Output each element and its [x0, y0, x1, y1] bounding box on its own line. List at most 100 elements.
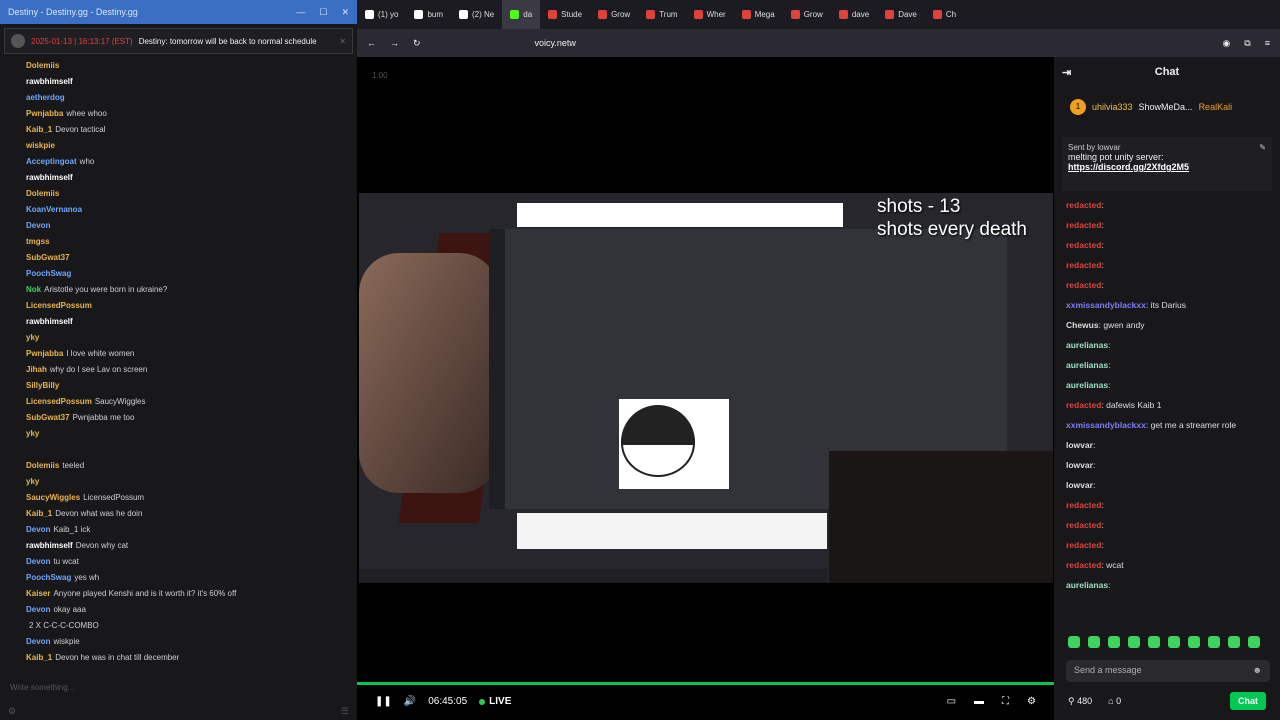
username[interactable]: wiskpie [26, 141, 55, 150]
chat-username[interactable]: redacted [1066, 520, 1101, 530]
browser-tab[interactable]: Stude [540, 0, 590, 29]
username[interactable]: Devon [26, 637, 50, 646]
username[interactable]: SubGwat37 [26, 413, 70, 422]
video-player[interactable]: 1:00 shots - 13 shots every death ❚❚ 🔊 06… [357, 57, 1054, 720]
username[interactable]: Nok [26, 285, 41, 294]
emote[interactable] [1188, 636, 1200, 648]
chat-username[interactable]: aurelianas [1066, 340, 1108, 350]
chat-username[interactable]: redacted [1066, 400, 1101, 410]
chat-username[interactable]: lowvar [1066, 480, 1093, 490]
username[interactable]: Kaiser [26, 589, 50, 598]
minimize-icon[interactable]: — [296, 7, 305, 18]
username[interactable]: yky [26, 429, 39, 438]
username[interactable]: Devon [26, 221, 50, 230]
username[interactable]: tmgss [26, 237, 50, 246]
username[interactable]: Pwnjabba [26, 109, 63, 118]
pause-icon[interactable]: ❚❚ [375, 696, 392, 707]
back-icon[interactable]: ← [367, 38, 376, 48]
volume-icon[interactable]: 🔊 [404, 696, 416, 707]
forward-icon[interactable]: → [390, 38, 399, 48]
browser-tab[interactable]: dave [831, 0, 877, 29]
username[interactable]: Kaib_1 [26, 125, 52, 134]
maximize-icon[interactable]: ☐ [319, 7, 327, 18]
username[interactable]: Devon [26, 525, 50, 534]
username[interactable]: LicensedPossum [26, 301, 92, 310]
chat-username[interactable]: redacted [1066, 540, 1101, 550]
users-icon[interactable]: ☰ [341, 706, 349, 717]
chat-username[interactable]: xxmissandyblackxx [1066, 300, 1146, 310]
chat-username[interactable]: redacted [1066, 200, 1101, 210]
chat-button[interactable]: Chat [1230, 692, 1266, 710]
username[interactable]: rawbhimself [26, 173, 73, 182]
chat-username[interactable]: redacted [1066, 500, 1101, 510]
send-message-input[interactable]: Send a message ☻ [1066, 660, 1270, 682]
clip-icon[interactable]: ▭ [947, 696, 956, 707]
emote[interactable] [1068, 636, 1080, 648]
username[interactable]: Devon [26, 557, 50, 566]
emote[interactable] [1248, 636, 1260, 648]
close-icon[interactable]: ✕ [339, 37, 346, 46]
username[interactable]: SubGwat37 [26, 253, 70, 262]
username[interactable]: Devon [26, 605, 50, 614]
browser-tab[interactable]: Trum [638, 0, 685, 29]
username[interactable]: SaucyWiggles [26, 493, 80, 502]
username[interactable]: Kaib_1 [26, 653, 52, 662]
username[interactable]: Pwnjabba [26, 349, 63, 358]
username[interactable]: PoochSwag [26, 573, 71, 582]
username[interactable]: rawbhimself [26, 317, 73, 326]
account-icon[interactable]: ◉ [1222, 38, 1230, 49]
settings-icon[interactable]: ⚙ [8, 706, 16, 717]
browser-tab[interactable]: Mega [734, 0, 783, 29]
browser-tab[interactable]: Wher [686, 0, 734, 29]
chat-username[interactable]: Chewus [1066, 320, 1099, 330]
emote[interactable] [1228, 636, 1240, 648]
chat-username[interactable]: aurelianas [1066, 380, 1108, 390]
browser-tab[interactable]: (2) Ne [451, 0, 502, 29]
video-frame[interactable]: shots - 13 shots every death [359, 193, 1053, 583]
emote[interactable] [1208, 636, 1220, 648]
chat-username[interactable]: redacted [1066, 560, 1101, 570]
browser-tab[interactable]: Dave [877, 0, 925, 29]
chat-username[interactable]: redacted [1066, 240, 1101, 250]
username[interactable]: yky [26, 333, 39, 342]
chat-username[interactable]: redacted [1066, 260, 1101, 270]
username[interactable]: rawbhimself [26, 77, 73, 86]
gift-user[interactable]: uhilvia333 [1092, 102, 1133, 112]
ann-link[interactable]: https://discord.gg/2Xfdg2M5 [1068, 162, 1189, 172]
emote[interactable] [1108, 636, 1120, 648]
chat-username[interactable]: lowvar [1066, 440, 1093, 450]
chat-username[interactable]: aurelianas [1066, 580, 1108, 590]
sender-name[interactable]: lowvar [1097, 143, 1120, 152]
username[interactable]: rawbhimself [26, 541, 73, 550]
chat-username[interactable]: aurelianas [1066, 360, 1108, 370]
pin-icon[interactable]: ✎ [1259, 143, 1266, 152]
username[interactable]: Acceptingoat [26, 157, 77, 166]
extensions-icon[interactable]: ⧉ [1244, 38, 1250, 49]
username[interactable]: SillyBilly [26, 381, 59, 390]
browser-tab[interactable]: Grow [590, 0, 638, 29]
gift-user-3[interactable]: RealKali [1199, 102, 1233, 112]
emote-picker-icon[interactable]: ☻ [1253, 665, 1262, 677]
chat-username[interactable]: lowvar [1066, 460, 1093, 470]
emote[interactable] [1088, 636, 1100, 648]
close-icon[interactable]: ✕ [341, 7, 349, 18]
username[interactable]: aetherdog [26, 93, 65, 102]
browser-tab[interactable]: bum [406, 0, 451, 29]
username[interactable]: Jihah [26, 365, 47, 374]
chat-username[interactable]: redacted [1066, 280, 1101, 290]
emote[interactable] [1148, 636, 1160, 648]
browser-tab[interactable]: da [502, 0, 541, 29]
username[interactable]: LicensedPossum [26, 397, 92, 406]
username[interactable]: Dolemiis [26, 189, 59, 198]
browser-tab[interactable]: Ch [925, 0, 964, 29]
browser-tab[interactable]: Grow [783, 0, 831, 29]
gift-user-2[interactable]: ShowMeDa... [1139, 102, 1193, 112]
browser-tab[interactable]: (1) yo [357, 0, 406, 29]
menu-icon[interactable]: ≡ [1265, 38, 1270, 49]
chat-username[interactable]: xxmissandyblackxx [1066, 420, 1146, 430]
chat-username[interactable]: redacted [1066, 220, 1101, 230]
emote[interactable] [1128, 636, 1140, 648]
username[interactable]: Kaib_1 [26, 509, 52, 518]
username[interactable]: Dolemiis [26, 61, 59, 70]
chat-input[interactable]: Write something... [4, 678, 353, 698]
